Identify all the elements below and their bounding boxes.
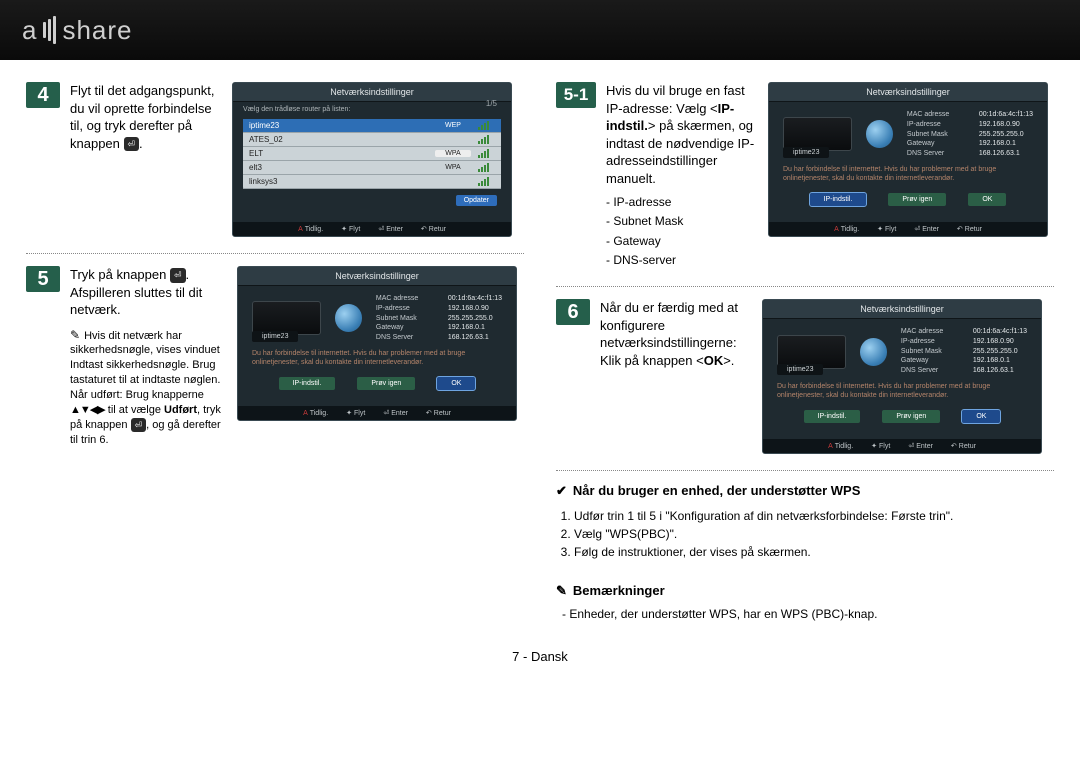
step-number: 5-1 bbox=[556, 82, 596, 108]
note-icon: ✎ bbox=[556, 583, 567, 598]
enter-icon: ⏎ bbox=[170, 268, 186, 282]
retry-button: Prøv igen bbox=[888, 193, 946, 206]
globe-icon bbox=[860, 338, 887, 366]
screen-title: Netværksindstillinger bbox=[238, 267, 516, 286]
network-info-table: MAC adresse00:1d:6a:4c:f1:13 IP-adresse1… bbox=[907, 110, 1033, 159]
ssid-label: iptime23 bbox=[777, 364, 823, 375]
network-info-table: MAC adresse00:1d:6a:4c:f1:13 IP-adresse1… bbox=[901, 327, 1027, 376]
page-number: 7 - Dansk bbox=[0, 649, 1080, 664]
step6-text: Når du er færdig med at konfigurere netv… bbox=[600, 299, 750, 454]
ok-button: OK bbox=[962, 410, 1000, 423]
globe-icon bbox=[335, 304, 362, 332]
step-5: 5 Tryk på knappen ⏎. Afspilleren sluttes… bbox=[26, 266, 524, 463]
router-row: ATES_02 bbox=[243, 133, 501, 147]
retry-button: Prøv igen bbox=[882, 410, 940, 423]
remarks-heading: ✎Bemærkninger bbox=[556, 583, 1054, 599]
screenshot-connected: Netværksindstillinger MAC adresse00:1d:6… bbox=[237, 266, 517, 421]
step-number: 6 bbox=[556, 299, 590, 325]
wps-steps-list: Udfør trin 1 til 5 i "Konfiguration af d… bbox=[556, 507, 1054, 561]
brand-logo: a share bbox=[22, 15, 133, 46]
ip-settings-button: IP-indstil. bbox=[279, 377, 336, 390]
ok-button: OK bbox=[437, 377, 475, 390]
step-number: 5 bbox=[26, 266, 60, 292]
ip-settings-button: IP-indstil. bbox=[810, 193, 867, 206]
logo-bars-icon bbox=[43, 16, 56, 44]
check-icon: ✔ bbox=[556, 483, 567, 498]
ssid-label: iptime23 bbox=[252, 331, 298, 342]
logo-left: a bbox=[22, 15, 37, 46]
arrow-keys-icon: ▲▼◀▶ bbox=[70, 404, 105, 416]
step-6: 6 Når du er færdig med at konfigurere ne… bbox=[556, 299, 1054, 471]
list-item: Vælg "WPS(PBC)". bbox=[574, 525, 1054, 543]
connection-message: Du har forbindelse til internettet. Hvis… bbox=[238, 343, 516, 367]
retry-button: Prøv igen bbox=[357, 377, 415, 390]
right-column: 5-1 Hvis du vil bruge en fast IP-adresse… bbox=[556, 82, 1054, 621]
screen-navbar: ATidlig. ✦Flyt ⏎Enter ↶Retur bbox=[238, 406, 516, 420]
router-row: elt3WPA bbox=[243, 161, 501, 175]
ssid-label: iptime23 bbox=[783, 147, 829, 158]
screen-subtitle: Vælg den trådløse router på listen: bbox=[233, 102, 511, 117]
logo-right: share bbox=[62, 15, 132, 46]
list-item: Følg de instruktioner, der vises på skær… bbox=[574, 543, 1054, 561]
enter-icon: ⏎ bbox=[131, 418, 147, 432]
enter-icon: ⏎ bbox=[124, 137, 140, 151]
wps-heading: ✔Når du bruger en enhed, der understøtte… bbox=[556, 483, 1054, 499]
router-row: iptime23WEP bbox=[243, 119, 501, 133]
screen-navbar: ATidlig. ✦Flyt ⏎Enter ↶Retur bbox=[233, 222, 511, 236]
screen-navbar: ATidlig. ✦Flyt ⏎Enter ↶Retur bbox=[769, 222, 1047, 236]
remark-item: Enheder, der understøtter WPS, har en WP… bbox=[556, 607, 1054, 621]
step-4: 4 Flyt til det adgangspunkt, du vil opre… bbox=[26, 82, 524, 254]
list-item: Gateway bbox=[606, 232, 756, 251]
router-row: linksys3 bbox=[243, 175, 501, 189]
step-number: 4 bbox=[26, 82, 60, 108]
left-column: 4 Flyt til det adgangspunkt, du vil opre… bbox=[26, 82, 524, 621]
router-row: ELTWPA bbox=[243, 147, 501, 161]
screen-title: Netværksindstillinger bbox=[769, 83, 1047, 102]
wps-section: ✔Når du bruger en enhed, der understøtte… bbox=[556, 483, 1054, 621]
step5-text: Tryk på knappen ⏎. Afspilleren sluttes t… bbox=[70, 266, 225, 447]
screenshot-router-list: Netværksindstillinger Vælg den trådløse … bbox=[232, 82, 512, 237]
globe-icon bbox=[866, 120, 893, 148]
note-icon: ✎ bbox=[70, 328, 80, 342]
network-info-table: MAC adresse00:1d:6a:4c:f1:13 IP-adresse1… bbox=[376, 294, 502, 343]
ip-settings-button: IP-indstil. bbox=[804, 410, 861, 423]
step4-text: Flyt til det adgangspunkt, du vil oprett… bbox=[70, 82, 220, 237]
page-body: 4 Flyt til det adgangspunkt, du vil opre… bbox=[0, 60, 1080, 631]
page-count: 1/5 bbox=[486, 99, 497, 108]
step-5-1: 5-1 Hvis du vil bruge en fast IP-adresse… bbox=[556, 82, 1054, 287]
connection-message: Du har forbindelse til internettet. Hvis… bbox=[763, 376, 1041, 400]
step5-note: ✎Hvis dit netværk har sikkerhedsnøgle, v… bbox=[70, 327, 225, 448]
list-item: Udfør trin 1 til 5 i "Konfiguration af d… bbox=[574, 507, 1054, 525]
screenshot-ok: Netværksindstillinger MAC adresse00:1d:6… bbox=[762, 299, 1042, 454]
app-header: a share bbox=[0, 0, 1080, 60]
ok-button: OK bbox=[968, 193, 1006, 206]
connection-message: Du har forbindelse til internettet. Hvis… bbox=[769, 159, 1047, 183]
screen-navbar: ATidlig. ✦Flyt ⏎Enter ↶Retur bbox=[763, 439, 1041, 453]
screen-title: Netværksindstillinger bbox=[233, 83, 511, 102]
list-item: IP-adresse bbox=[606, 193, 756, 212]
router-list: iptime23WEP ATES_02 ELTWPA elt3WPA links… bbox=[243, 119, 501, 189]
update-button: Opdater bbox=[456, 195, 497, 206]
ip-fields-list: IP-adresse Subnet Mask Gateway DNS-serve… bbox=[606, 193, 756, 270]
screen-title: Netværksindstillinger bbox=[763, 300, 1041, 319]
list-item: Subnet Mask bbox=[606, 212, 756, 231]
step5-1-text: Hvis du vil bruge en fast IP-adresse: Væ… bbox=[606, 82, 756, 270]
screenshot-ip-settings: Netværksindstillinger MAC adresse00:1d:6… bbox=[768, 82, 1048, 237]
list-item: DNS-server bbox=[606, 251, 756, 270]
